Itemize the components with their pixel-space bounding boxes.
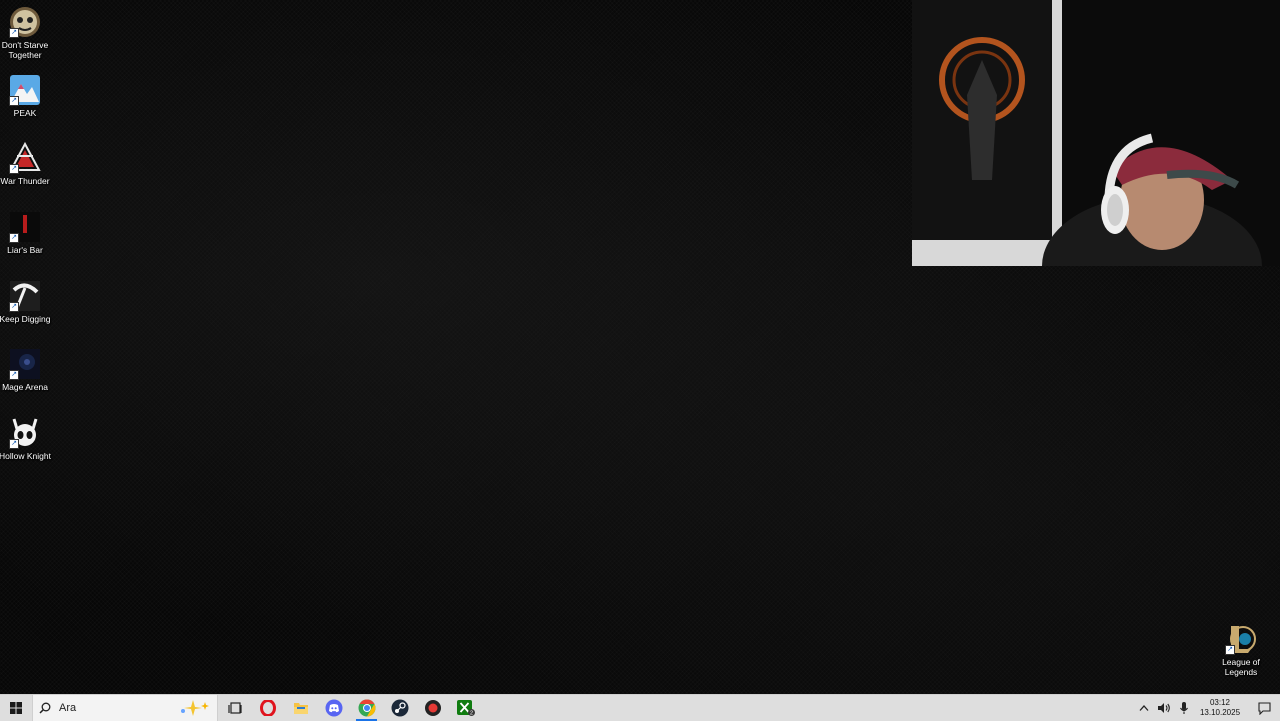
webcam-scene (912, 0, 1280, 266)
file-explorer-icon (293, 703, 308, 714)
notification-center-button[interactable] (1250, 695, 1278, 721)
shortcut-arrow-icon: ↗ (1225, 645, 1235, 655)
taskbar-app-file-explorer[interactable] (284, 695, 317, 721)
steam-icon (391, 699, 408, 717)
desktop-icon-war-thunder[interactable]: ↗ War Thunder (0, 142, 52, 186)
volume-button[interactable] (1156, 695, 1172, 721)
desktop-icon-liars-bar[interactable]: ↗ Liar's Bar (0, 211, 52, 255)
taskbar-app-record[interactable] (416, 695, 449, 721)
system-tray: 03:12 13.10.2025 (1134, 695, 1280, 721)
desktop-icon-label: League of Legends (1222, 657, 1260, 677)
shortcut-arrow-icon: ↗ (9, 164, 19, 174)
desktop-icon-keep-digging[interactable]: ↗ Keep Digging (0, 280, 52, 324)
taskbar-app-xbox[interactable]: 2 (449, 695, 482, 721)
desktop-icon-label: Hollow Knight (0, 451, 51, 461)
taskbar-clock[interactable]: 03:12 13.10.2025 (1200, 698, 1240, 718)
xbox-badge-count: 2 (469, 711, 472, 717)
search-icon (39, 702, 51, 714)
windows-logo-icon (10, 702, 22, 714)
search-highlight-sparkle-icon (181, 700, 209, 716)
shortcut-arrow-icon: ↗ (9, 302, 19, 312)
shortcut-arrow-icon: ↗ (9, 370, 19, 380)
start-button[interactable] (0, 695, 32, 721)
desktop-icon-label: Liar's Bar (7, 245, 43, 255)
taskbar-app-discord[interactable] (317, 695, 350, 721)
desktop: ↗ Don't Starve Together ↗ PEAK ↗ War Thu… (0, 0, 1280, 694)
opera-icon (259, 700, 276, 716)
microphone-button[interactable] (1176, 695, 1192, 721)
microphone-icon (1180, 702, 1188, 714)
notification-icon (1257, 701, 1271, 715)
shortcut-arrow-icon: ↗ (9, 96, 19, 106)
xbox-icon: 2 (456, 700, 475, 717)
desktop-icon-label: Mage Arena (2, 382, 48, 392)
desktop-icon-label: Don't Starve Together (1, 40, 49, 60)
desktop-icon-peak[interactable]: ↗ PEAK (0, 74, 52, 118)
chrome-icon (358, 699, 375, 717)
task-view-button[interactable] (218, 695, 251, 721)
taskbar-search-box[interactable]: Ara (32, 695, 218, 721)
desktop-icon-hollow-knight[interactable]: ↗ Hollow Knight (0, 417, 52, 461)
taskbar-app-steam[interactable] (383, 695, 416, 721)
desktop-icon-mage-arena[interactable]: ↗ Mage Arena (0, 348, 52, 392)
record-app-icon (424, 700, 441, 716)
speaker-icon (1158, 703, 1170, 713)
desktop-icon-league-of-legends[interactable]: ↗ League of Legends (1214, 623, 1268, 677)
desktop-icon-label: Keep Digging (0, 314, 51, 324)
clock-time: 03:12 (1209, 698, 1231, 707)
desktop-icon-label: PEAK (13, 108, 37, 118)
desktop-icon-dont-starve-together[interactable]: ↗ Don't Starve Together (0, 6, 52, 60)
taskbar-app-chrome[interactable] (350, 695, 383, 721)
shortcut-arrow-icon: ↗ (9, 439, 19, 449)
task-view-icon (227, 702, 242, 714)
desktop-icon-label: War Thunder (0, 176, 50, 186)
taskbar-app-opera[interactable] (251, 695, 284, 721)
shortcut-arrow-icon: ↗ (9, 233, 19, 243)
discord-icon (325, 699, 342, 717)
shortcut-arrow-icon: ↗ (9, 28, 19, 38)
show-hidden-icons-button[interactable] (1136, 695, 1152, 721)
search-placeholder: Ara (59, 702, 77, 714)
clock-date: 13.10.2025 (1199, 708, 1241, 717)
webcam-overlay (912, 0, 1280, 266)
taskbar: Ara 2 03:12 13.10.2025 (0, 694, 1280, 721)
chevron-up-icon (1139, 705, 1149, 711)
